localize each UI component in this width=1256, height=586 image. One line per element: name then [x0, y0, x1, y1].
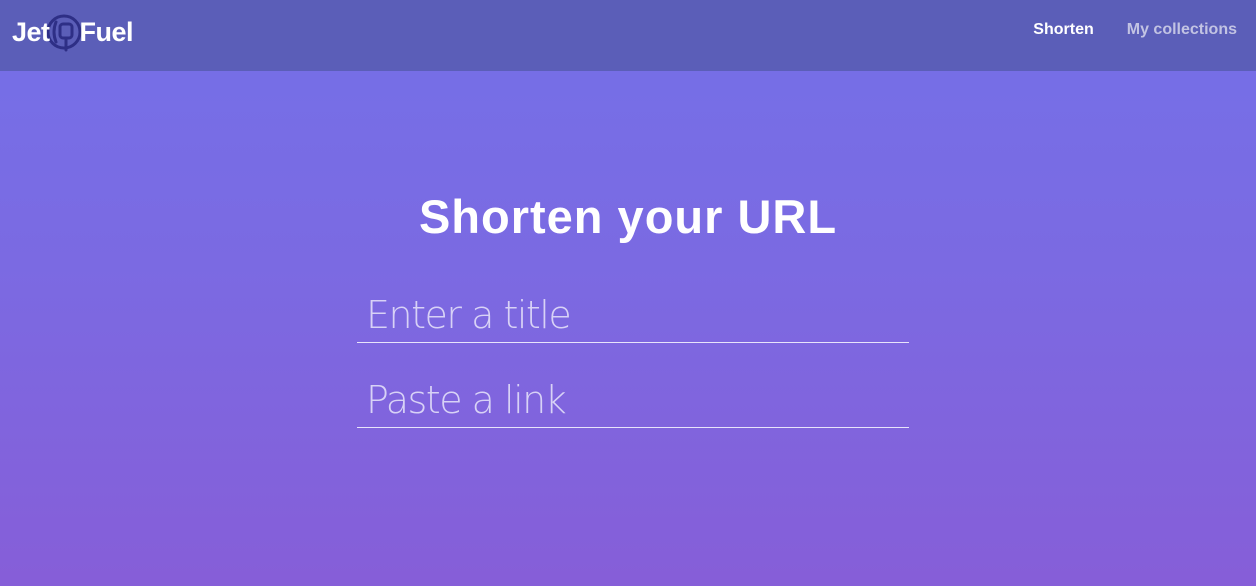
link-input[interactable]: [357, 372, 909, 428]
nav-link-my-collections[interactable]: My collections: [1127, 21, 1237, 39]
title-input[interactable]: [357, 287, 909, 343]
brand-logo[interactable]: Jet Fuel: [12, 10, 134, 54]
nav-link-shorten[interactable]: Shorten: [1033, 21, 1093, 39]
brand-text-jet: Jet: [12, 16, 50, 47]
main-nav: Shorten My collections: [1033, 21, 1237, 39]
main-content: Shorten your URL: [0, 71, 1256, 586]
top-navbar: Jet Fuel Shorten My collections: [0, 0, 1256, 71]
brand-text-fuel: Fuel: [79, 16, 134, 47]
page-title: Shorten your URL: [418, 190, 838, 243]
